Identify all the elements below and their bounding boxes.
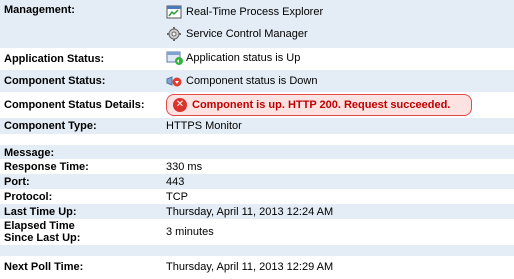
elapsed-label-line2: Since Last Up: [4, 232, 81, 244]
message-row: Message: [0, 145, 514, 159]
gear-icon [166, 26, 182, 42]
status-details-text: Component is up. HTTP 200. Request succe… [192, 99, 451, 111]
app-up-icon [166, 50, 183, 66]
last-time-up-row: Last Time Up: Thursday, April 11, 2013 1… [0, 204, 514, 219]
app-status-row: Application Status: Application status i… [0, 48, 514, 70]
error-x-icon: ✕ [173, 98, 187, 112]
service-control-text: Service Control Manager [186, 28, 308, 40]
service-control-link[interactable]: Service Control Manager [166, 26, 308, 42]
port-row: Port: 443 [0, 174, 514, 189]
node-details-panel: Management: Real-Time Process Explorer S… [0, 0, 514, 279]
elapsed-label-line1: Elapsed Time [4, 220, 75, 232]
component-details-row: Component Status Details: ✕ Component is… [0, 92, 514, 118]
response-time-label: Response Time: [4, 161, 89, 173]
spacer-row-2 [0, 245, 514, 256]
port-label: Port: [4, 176, 30, 188]
process-explorer-text: Real-Time Process Explorer [186, 6, 324, 18]
app-status-label: Application Status: [4, 53, 105, 65]
elapsed-time-row: Elapsed Time Since Last Up: 3 minutes [0, 219, 514, 245]
management-row: Management: Real-Time Process Explorer S… [0, 0, 514, 48]
last-time-up-label: Last Time Up: [4, 206, 77, 218]
component-details-label: Component Status Details: [4, 99, 145, 111]
last-time-up-value: Thursday, April 11, 2013 12:24 AM [166, 206, 334, 218]
protocol-label: Protocol: [4, 191, 53, 203]
component-down-icon [166, 73, 182, 89]
component-type-value: HTTPS Monitor [166, 120, 242, 132]
response-time-value: 330 ms [166, 161, 203, 173]
port-value: 443 [166, 176, 185, 188]
protocol-value: TCP [166, 191, 188, 203]
app-status-text: Application status is Up [186, 52, 301, 64]
spacer-row [0, 134, 514, 145]
next-poll-value: Thursday, April 11, 2013 12:29 AM [166, 261, 334, 273]
process-explorer-link[interactable]: Real-Time Process Explorer [166, 4, 323, 20]
message-label: Message: [4, 147, 55, 159]
next-poll-row: Next Poll Time: Thursday, April 11, 2013… [0, 256, 514, 279]
next-poll-label: Next Poll Time: [4, 261, 84, 273]
component-type-row: Component Type: HTTPS Monitor [0, 118, 514, 134]
component-status-text: Component status is Down [186, 75, 318, 87]
component-status-value: Component status is Down [166, 73, 317, 89]
protocol-row: Protocol: TCP [0, 189, 514, 204]
status-details-alert: ✕ Component is up. HTTP 200. Request suc… [166, 94, 472, 116]
process-explorer-icon [166, 4, 182, 20]
elapsed-value: 3 minutes [166, 226, 214, 238]
component-status-row: Component Status: Component status is Do… [0, 70, 514, 92]
management-label: Management: [4, 4, 75, 16]
component-type-label: Component Type: [4, 120, 97, 132]
component-status-label: Component Status: [4, 75, 106, 87]
response-time-row: Response Time: 330 ms [0, 159, 514, 174]
app-status-value: Application status is Up [166, 50, 300, 66]
